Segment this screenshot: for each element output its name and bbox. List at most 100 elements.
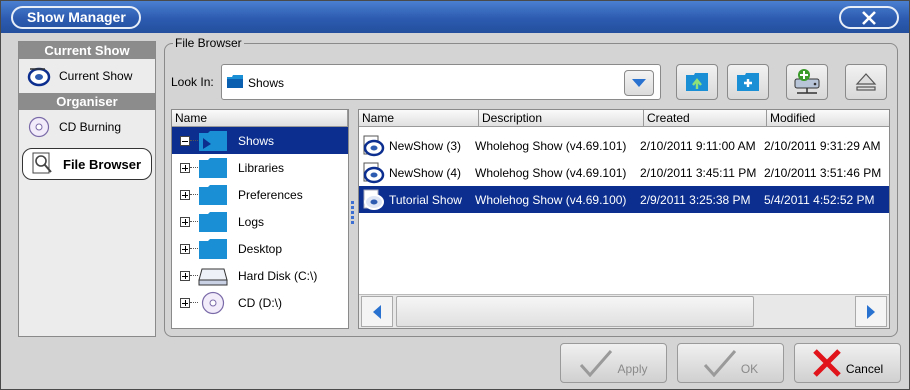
expand-toggle[interactable] <box>180 297 190 308</box>
file-row[interactable]: NewShow (4) Wholehog Show (v4.69.101) 2/… <box>359 159 889 186</box>
file-list[interactable]: Name Description Created Modified NewSho… <box>358 109 890 329</box>
file-modified: 2/10/2011 9:31:29 AM <box>764 138 881 153</box>
scrollbar-thumb[interactable] <box>396 296 754 327</box>
look-in-combo[interactable]: Shows <box>221 64 661 100</box>
folder-tree[interactable]: Name Shows Libraries Preferences Logs De… <box>171 109 349 329</box>
close-icon <box>862 11 876 25</box>
file-created: 2/10/2011 3:45:11 PM <box>640 165 757 180</box>
pane-splitter[interactable] <box>351 201 355 231</box>
look-in-value: Shows <box>248 76 285 90</box>
file-description: Wholehog Show (v4.69.101) <box>475 138 627 153</box>
folder-icon <box>198 156 228 180</box>
new-folder-icon <box>737 73 759 91</box>
show-file-icon <box>359 189 389 211</box>
expand-toggle[interactable] <box>180 243 190 254</box>
ok-button[interactable]: OK <box>677 343 784 383</box>
eject-button[interactable] <box>845 64 887 100</box>
horizontal-scrollbar[interactable] <box>359 294 889 328</box>
folder-icon <box>198 237 228 261</box>
sidebar-item-current-show[interactable]: Current Show <box>19 59 155 93</box>
ok-label: OK <box>740 362 759 376</box>
sidebar-item-file-browser[interactable]: File Browser <box>22 148 152 180</box>
tree-item-hard-disk[interactable]: Hard Disk (C:\) <box>172 262 348 289</box>
checkmark-icon <box>580 350 613 377</box>
checkmark-icon <box>703 350 736 377</box>
hard-disk-icon <box>198 264 228 288</box>
tree-item-label: CD (D:\) <box>238 295 282 310</box>
network-drive-icon <box>794 69 820 94</box>
sidebar-item-cd-burning[interactable]: CD Burning <box>19 110 155 144</box>
tree-item-cd[interactable]: CD (D:\) <box>172 289 348 316</box>
close-button[interactable] <box>839 6 899 29</box>
eject-icon <box>855 73 877 91</box>
sidebar-item-label: CD Burning <box>59 120 122 134</box>
apply-label: Apply <box>617 362 648 376</box>
file-name: Tutorial Show <box>389 192 462 207</box>
window-title: Show Manager <box>11 6 141 29</box>
file-row[interactable]: NewShow (3) Wholehog Show (v4.69.101) 2/… <box>359 132 889 159</box>
tree-item-preferences[interactable]: Preferences <box>172 181 348 208</box>
tree-item-logs[interactable]: Logs <box>172 208 348 235</box>
tree-item-shows[interactable]: Shows <box>172 127 348 154</box>
file-created: 2/9/2011 3:25:38 PM <box>640 192 751 207</box>
folder-up-icon <box>686 73 708 91</box>
title-bar: Show Manager <box>1 1 909 33</box>
look-in-dropdown-button[interactable] <box>624 70 654 96</box>
column-header-description[interactable]: Description <box>479 110 644 127</box>
sidebar-header-current-show: Current Show <box>19 42 155 59</box>
collapse-toggle[interactable] <box>180 135 190 146</box>
file-row-selected[interactable]: Tutorial Show Wholehog Show (v4.69.100) … <box>359 186 889 213</box>
file-browser-legend: File Browser <box>173 36 244 50</box>
column-header-created[interactable]: Created <box>644 110 767 127</box>
expand-toggle[interactable] <box>180 189 190 200</box>
apply-button[interactable]: Apply <box>560 343 667 383</box>
sidebar: Current Show Current Show Organiser CD B… <box>18 41 156 337</box>
file-modified: 2/10/2011 3:51:46 PM <box>764 165 882 180</box>
scroll-right-button[interactable] <box>855 296 887 327</box>
tree-item-label: Hard Disk (C:\) <box>238 268 318 283</box>
sidebar-item-label: Current Show <box>59 69 133 83</box>
folder-icon <box>198 129 228 153</box>
tree-item-label: Libraries <box>238 160 285 175</box>
tree-item-label: Desktop <box>238 241 283 256</box>
folder-icon <box>198 210 228 234</box>
chevron-down-icon <box>632 79 646 87</box>
scroll-left-button[interactable] <box>361 296 393 327</box>
show-disc-icon <box>27 64 51 88</box>
cd-icon <box>27 115 51 139</box>
cancel-label: Cancel <box>845 362 884 376</box>
sidebar-item-label: File Browser <box>63 156 142 172</box>
tree-item-label: Preferences <box>238 187 303 202</box>
column-header-name[interactable]: Name <box>359 110 479 127</box>
show-file-icon <box>359 162 389 184</box>
cancel-button[interactable]: Cancel <box>794 343 901 383</box>
tree-column-header[interactable]: Name <box>172 110 348 127</box>
file-name: NewShow (3) <box>389 138 462 153</box>
new-folder-button[interactable] <box>727 64 769 100</box>
file-list-header: Name Description Created Modified <box>359 110 889 127</box>
map-drive-button[interactable] <box>786 64 828 100</box>
tree-item-desktop[interactable]: Desktop <box>172 235 348 262</box>
sidebar-header-organiser: Organiser <box>19 93 155 110</box>
chevron-left-icon <box>373 304 381 319</box>
file-modified: 5/4/2011 4:52:52 PM <box>764 192 875 207</box>
look-in-label: Look In: <box>171 75 214 89</box>
expand-toggle[interactable] <box>180 162 190 173</box>
up-folder-button[interactable] <box>676 64 718 100</box>
folder-icon <box>198 183 228 207</box>
file-name: NewShow (4) <box>389 165 462 180</box>
chevron-right-icon <box>867 304 875 319</box>
file-description: Wholehog Show (v4.69.101) <box>475 165 627 180</box>
folder-icon <box>227 75 243 91</box>
file-description: Wholehog Show (v4.69.100) <box>475 192 627 207</box>
tree-item-label: Shows <box>238 133 275 148</box>
tree-item-libraries[interactable]: Libraries <box>172 154 348 181</box>
magnifier-icon <box>31 152 55 176</box>
expand-toggle[interactable] <box>180 270 190 281</box>
column-header-modified[interactable]: Modified <box>767 110 889 127</box>
expand-toggle[interactable] <box>180 216 190 227</box>
show-manager-window: Show Manager Current Show Current Show O… <box>0 0 910 390</box>
file-created: 2/10/2011 9:11:00 AM <box>640 138 756 153</box>
show-file-icon <box>359 135 389 157</box>
tree-item-label: Logs <box>238 214 265 229</box>
